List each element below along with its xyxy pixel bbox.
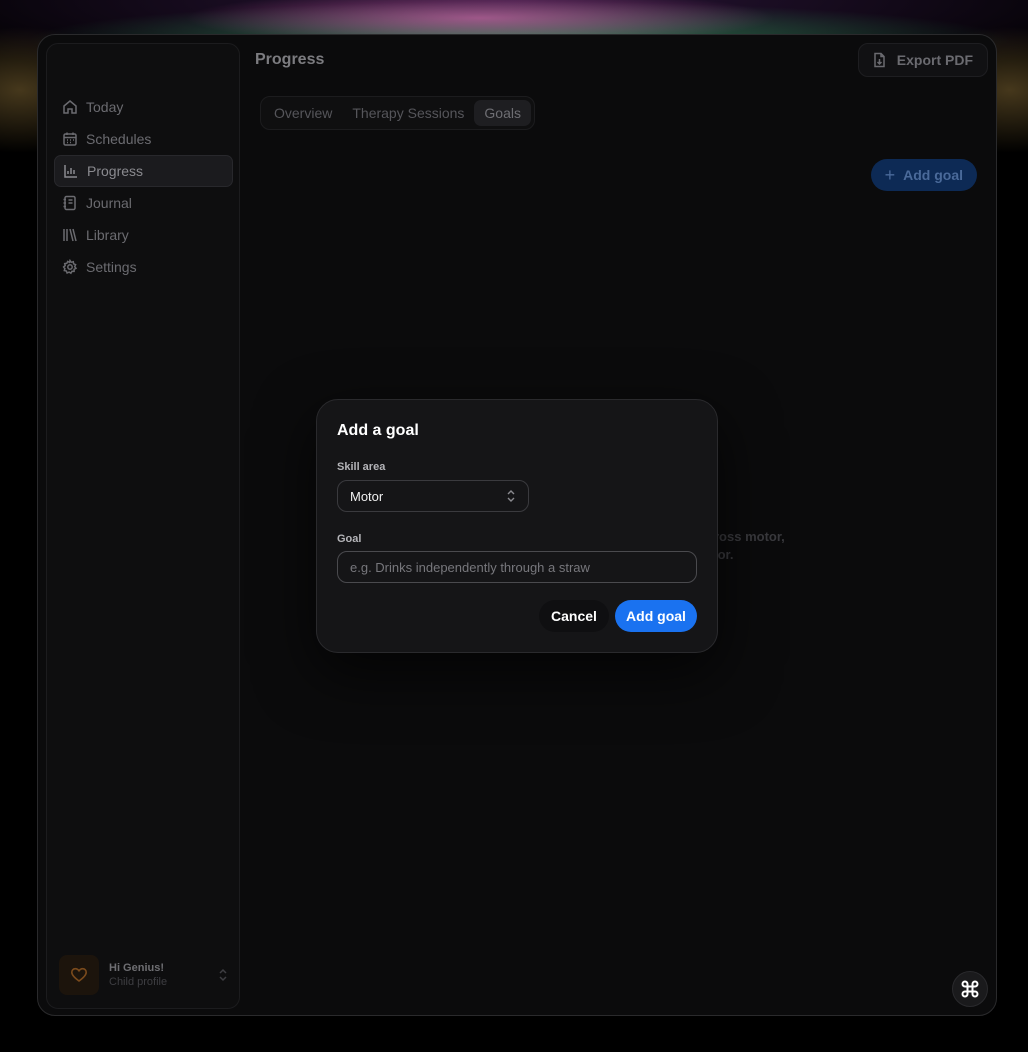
bar-chart-icon <box>64 165 77 178</box>
sidebar-item-today[interactable]: Today <box>54 91 233 123</box>
page-title: Progress <box>255 51 325 68</box>
sidebar-item-library[interactable]: Library <box>54 219 233 251</box>
command-button[interactable] <box>952 971 988 1007</box>
sidebar-item-label: Journal <box>86 195 132 211</box>
sidebar-item-label: Schedules <box>86 131 152 147</box>
chevron-up-down-icon <box>219 968 227 982</box>
sidebar-item-label: Progress <box>87 163 144 179</box>
add-goal-button[interactable]: + Add goal <box>870 159 977 191</box>
empty-state-line-2: ior. <box>714 547 734 562</box>
profile-name: Hi Genius! <box>109 962 165 974</box>
goal-label: Goal <box>337 533 362 545</box>
heart-icon <box>70 967 88 982</box>
sidebar-item-journal[interactable]: Journal <box>54 187 233 219</box>
sidebar-item-schedules[interactable]: Schedules <box>54 123 233 155</box>
tab-bar: Overview Therapy Sessions Goals <box>260 96 535 130</box>
file-download-icon <box>874 52 885 68</box>
home-icon <box>63 100 77 114</box>
calendar-icon <box>63 132 77 146</box>
submit-add-goal-button[interactable]: Add goal <box>615 600 697 632</box>
dialog-title: Add a goal <box>337 422 419 439</box>
add-goal-label: Add goal <box>903 167 963 183</box>
command-icon <box>961 980 979 998</box>
notebook-icon <box>63 195 76 211</box>
tab-therapy-sessions[interactable]: Therapy Sessions <box>342 100 474 126</box>
tab-goals[interactable]: Goals <box>474 100 531 126</box>
export-pdf-button[interactable]: Export PDF <box>857 43 988 77</box>
tab-overview[interactable]: Overview <box>264 100 342 126</box>
skill-area-label: Skill area <box>337 461 386 473</box>
empty-state-line-1: ross motor, <box>714 529 785 544</box>
profile-switcher[interactable]: Hi Genius! Child profile <box>59 954 229 996</box>
skill-area-value: Motor <box>350 488 384 504</box>
skill-area-select[interactable]: Motor <box>337 480 529 512</box>
sidebar-item-label: Settings <box>86 259 137 275</box>
sidebar-item-label: Today <box>86 99 124 115</box>
gear-icon <box>62 259 78 275</box>
empty-state-text: ross motor, ior. <box>714 528 785 564</box>
cancel-button[interactable]: Cancel <box>539 600 609 632</box>
sidebar-item-settings[interactable]: Settings <box>54 251 233 283</box>
profile-text: Hi Genius! Child profile <box>109 962 217 988</box>
goal-input[interactable] <box>337 551 697 583</box>
sidebar-nav: Today Schedules Progress Journal Library… <box>54 91 233 283</box>
profile-subtitle: Child profile <box>109 976 168 988</box>
sidebar: Today Schedules Progress Journal Library… <box>46 43 240 1009</box>
export-pdf-label: Export PDF <box>896 52 973 68</box>
add-goal-dialog: Add a goal Skill area Motor Goal Cancel … <box>316 399 718 653</box>
books-icon <box>63 228 77 242</box>
sidebar-item-progress[interactable]: Progress <box>54 155 233 187</box>
chevron-up-down-icon <box>507 490 515 502</box>
sidebar-item-label: Library <box>86 227 129 243</box>
plus-icon: + <box>884 164 896 185</box>
avatar <box>59 955 99 995</box>
